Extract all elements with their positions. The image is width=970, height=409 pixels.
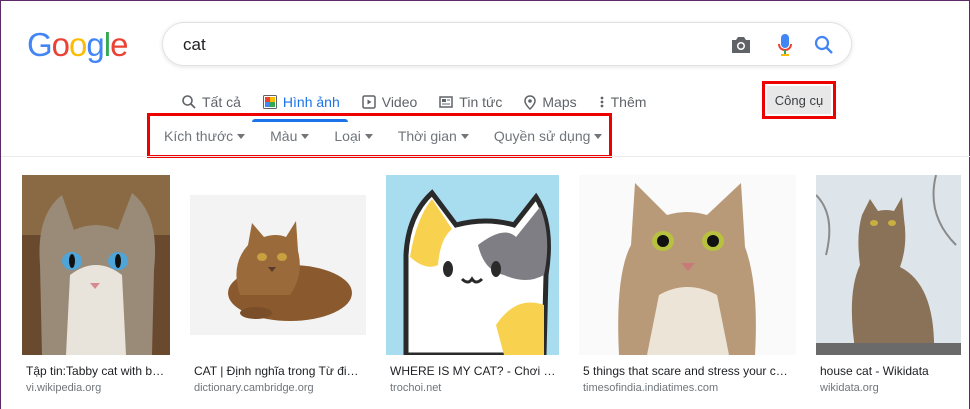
result-caption[interactable]: 5 things that scare and stress your c… [583,364,793,378]
search-tabs: Tất cả Hình ảnh Video Tin tức Maps Thêm [182,92,668,112]
google-logo[interactable]: Google [27,26,128,64]
map-pin-icon [524,94,537,110]
camera-icon[interactable] [729,33,753,57]
result-thumbnail[interactable] [22,175,170,355]
result-source: trochoi.net [390,382,442,394]
tab-more[interactable]: Thêm [599,94,647,110]
logo-letter: o [51,26,70,63]
search-icon [182,95,196,109]
tools-highlight-box [762,81,836,119]
tab-label: Tin tức [459,94,503,110]
result-source: wikidata.org [820,382,879,394]
more-vert-icon [600,96,604,108]
tab-label: Hình ảnh [282,94,340,110]
filter-highlight-box [147,113,612,158]
news-icon [439,96,454,108]
result-source: vi.wikipedia.org [26,382,102,394]
tab-maps[interactable]: Maps [524,94,577,110]
result-thumbnail[interactable] [190,175,366,355]
result-thumbnail[interactable] [386,175,559,355]
logo-letter: e [110,26,128,63]
tab-all[interactable]: Tất cả [182,94,241,110]
tab-news[interactable]: Tin tức [439,94,502,110]
logo-letter: g [86,26,104,63]
search-icon[interactable] [812,33,836,57]
tab-label: Maps [542,94,577,110]
result-caption[interactable]: WHERE IS MY CAT? - Chơi W… [390,364,558,378]
result-thumbnail[interactable] [579,175,796,355]
tab-label: Tất cả [202,94,241,110]
search-input[interactable]: cat [183,35,206,55]
image-icon [262,95,277,109]
microphone-icon[interactable] [773,33,797,57]
search-box[interactable]: cat [162,22,852,66]
result-caption[interactable]: house cat - Wikidata [820,364,960,378]
result-source: dictionary.cambridge.org [194,382,314,394]
result-source: timesofindia.indiatimes.com [583,382,719,394]
logo-letter: G [27,26,53,63]
logo-letter: o [69,26,87,63]
tab-video[interactable]: Video [361,94,418,110]
result-caption[interactable]: CAT | Định nghĩa trong Từ đi… [194,364,362,378]
divider [1,156,970,157]
tab-label: Thêm [610,94,647,110]
result-caption[interactable]: Tập tin:Tabby cat with b… [26,364,172,378]
result-thumbnail[interactable] [816,175,961,355]
video-icon [361,95,376,109]
tab-label: Video [381,94,418,110]
tab-images[interactable]: Hình ảnh [262,94,340,110]
